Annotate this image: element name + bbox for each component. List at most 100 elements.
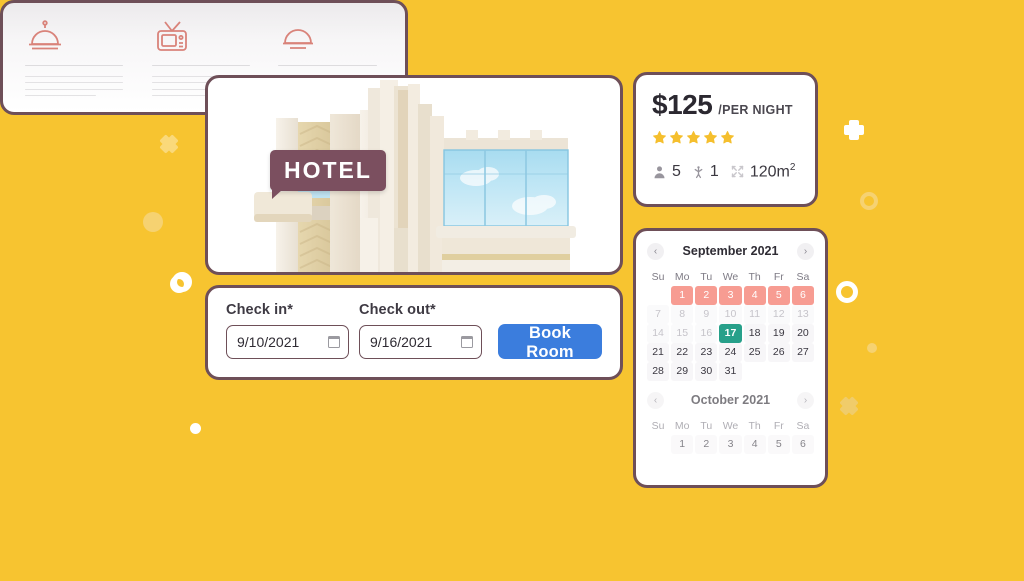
calendar-day: 8 bbox=[671, 305, 694, 324]
calendar-header: ‹ September 2021 › bbox=[647, 241, 814, 261]
calendar-week-row: 123456 bbox=[647, 286, 814, 305]
book-room-button[interactable]: Book Room bbox=[498, 324, 602, 361]
spec-value: 5 bbox=[672, 162, 681, 180]
calendar-day[interactable]: 18 bbox=[743, 324, 766, 343]
calendar-day[interactable]: 23 bbox=[695, 343, 718, 362]
ring-decoration bbox=[860, 192, 878, 210]
check-out-label: Check out* bbox=[359, 302, 436, 318]
hotel-image-card: HOTEL bbox=[205, 75, 623, 275]
calendar-weekday: We bbox=[722, 271, 739, 283]
hotel-illustration: HOTEL bbox=[208, 78, 620, 272]
rating-stars bbox=[652, 130, 799, 150]
calendar-day[interactable]: 3 bbox=[719, 286, 742, 305]
calendar-weekday-row: Su Mo Tu We Th Fr Sa bbox=[647, 268, 814, 286]
calendar-day[interactable]: 6 bbox=[791, 286, 814, 305]
calendar-next-button[interactable]: › bbox=[796, 242, 814, 260]
calendar-day-empty bbox=[792, 362, 814, 381]
calendar-month: ‹ September 2021 › Su Mo Tu We Th Fr Sa 1 2 3 4 5 6 7 8 9 1… bbox=[647, 241, 814, 381]
skeleton-line bbox=[25, 95, 97, 96]
calendar-weekday: Sa bbox=[796, 420, 810, 432]
calendar-day[interactable]: 5 bbox=[767, 286, 790, 305]
calendar-weekday: Th bbox=[748, 420, 761, 432]
check-out-field: Check out* 9/16/2021 bbox=[359, 302, 482, 359]
calendar-day[interactable]: 2 bbox=[695, 286, 718, 305]
calendar-icon[interactable] bbox=[460, 336, 474, 348]
calendar-day: 15 bbox=[671, 324, 694, 343]
check-in-value: 9/10/2021 bbox=[237, 334, 300, 350]
area-arrows-icon bbox=[730, 164, 745, 179]
ring-decoration bbox=[836, 281, 858, 303]
calendar-day: 9 bbox=[695, 305, 718, 324]
calendar-day: 7 bbox=[647, 305, 670, 324]
skeleton-heading bbox=[25, 65, 124, 66]
check-in-input[interactable]: 9/10/2021 bbox=[226, 325, 349, 359]
calendar-day[interactable]: 22 bbox=[671, 343, 694, 362]
calendar-day[interactable]: 19 bbox=[767, 324, 790, 343]
check-out-value: 9/16/2021 bbox=[370, 334, 433, 350]
calendar-day-empty bbox=[647, 435, 669, 454]
calendar-day[interactable]: 27 bbox=[791, 343, 814, 362]
star-icon bbox=[669, 130, 684, 150]
calendar-week-row: 123456 bbox=[647, 435, 814, 454]
cross-x-decoration bbox=[838, 395, 860, 417]
calendar-day[interactable]: 25 bbox=[743, 343, 766, 362]
calendar-day[interactable]: 26 bbox=[767, 343, 790, 362]
calendar-prev-button[interactable]: ‹ bbox=[647, 242, 664, 260]
app-canvas: HOTEL Check in* 9/10/2021 Check out* 9/1… bbox=[0, 0, 1024, 581]
calendar-day[interactable]: 30 bbox=[695, 362, 718, 381]
calendar-day[interactable]: 21 bbox=[647, 343, 670, 362]
dot-decoration bbox=[867, 343, 877, 353]
calendar-day[interactable]: 1 bbox=[671, 435, 694, 454]
booking-form-card: Check in* 9/10/2021 Check out* 9/16/2021… bbox=[205, 285, 623, 380]
cross-x-decoration bbox=[158, 133, 180, 155]
calendar-day[interactable]: 20 bbox=[791, 324, 814, 343]
calendar-weekday: Tu bbox=[700, 271, 713, 283]
check-out-input[interactable]: 9/16/2021 bbox=[359, 325, 482, 359]
price-amount: $125 bbox=[652, 89, 713, 120]
calendar-next-button[interactable]: › bbox=[797, 391, 814, 409]
calendar-month: ‹ October 2021 › Su Mo Tu We Th Fr Sa 1 2 3 4 5 6 bbox=[647, 390, 814, 454]
calendar-day[interactable]: 3 bbox=[719, 435, 742, 454]
star-icon bbox=[720, 130, 735, 150]
star-icon bbox=[686, 130, 701, 150]
hotel-sign-tail bbox=[272, 190, 282, 199]
calendar-weekday: Mo bbox=[674, 420, 690, 432]
calendar-day: 14 bbox=[647, 324, 670, 343]
calendar-day[interactable]: 17 bbox=[719, 324, 742, 343]
calendar-day[interactable]: 29 bbox=[671, 362, 694, 381]
check-in-field: Check in* 9/10/2021 bbox=[226, 302, 349, 359]
calendar-header: ‹ October 2021 › bbox=[647, 390, 814, 410]
calendar-day: 10 bbox=[719, 305, 742, 324]
booking-fields: Check in* 9/10/2021 Check out* 9/16/2021… bbox=[226, 302, 602, 361]
skeleton-line bbox=[25, 88, 124, 90]
calendar-day[interactable]: 24 bbox=[719, 343, 742, 362]
calendar-day[interactable]: 31 bbox=[719, 362, 742, 381]
calendar-day[interactable]: 28 bbox=[647, 362, 670, 381]
price-row: $125 /PER NIGHT bbox=[652, 89, 799, 121]
check-in-label: Check in* bbox=[226, 302, 293, 318]
calendar-day: 16 bbox=[695, 324, 718, 343]
calendar-day[interactable]: 2 bbox=[695, 435, 718, 454]
calendar-day[interactable]: 4 bbox=[743, 286, 766, 305]
star-icon bbox=[652, 130, 667, 150]
calendar-prev-button[interactable]: ‹ bbox=[647, 391, 664, 409]
calendar-day-empty bbox=[744, 362, 766, 381]
calendar-weekday: Fr bbox=[773, 271, 784, 283]
calendar-day: 12 bbox=[767, 305, 790, 324]
calendar-weekday: We bbox=[722, 420, 739, 432]
dot-decoration bbox=[190, 423, 201, 434]
calendar-day[interactable]: 1 bbox=[671, 286, 694, 305]
calendar-icon[interactable] bbox=[327, 336, 341, 348]
price-card: $125 /PER NIGHT 5 1 120m2 bbox=[633, 72, 818, 207]
calendar-week-row: 21 22 23 24 25 26 27 bbox=[647, 343, 814, 362]
calendar-weekday: Su bbox=[651, 420, 665, 432]
skeleton-heading bbox=[278, 65, 377, 66]
service-bell-icon bbox=[25, 19, 130, 53]
calendar-day[interactable]: 4 bbox=[743, 435, 766, 454]
skeleton-line bbox=[25, 82, 124, 83]
calendar-weekday: Su bbox=[651, 271, 665, 283]
calendar-week-row: 14 15 16 17 18 19 20 bbox=[647, 324, 814, 343]
calendar-weekday-row: Su Mo Tu We Th Fr Sa bbox=[647, 417, 814, 435]
calendar-day[interactable]: 6 bbox=[791, 435, 814, 454]
calendar-day[interactable]: 5 bbox=[767, 435, 790, 454]
